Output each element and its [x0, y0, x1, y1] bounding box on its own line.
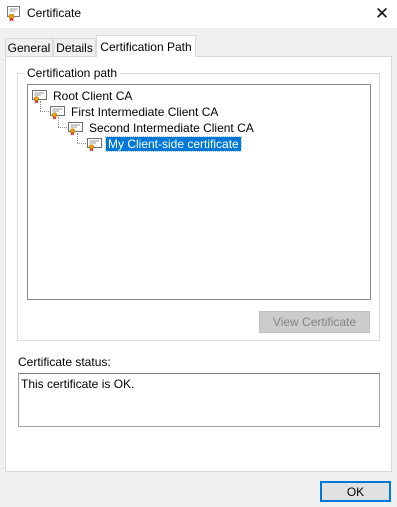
- tab-certification-path[interactable]: Certification Path: [96, 35, 196, 57]
- tree-connector: [40, 111, 49, 112]
- view-certificate-button[interactable]: View Certificate: [259, 311, 370, 333]
- tree-item-root-client-ca[interactable]: Root Client CA: [32, 88, 134, 104]
- tab-general[interactable]: General: [5, 38, 53, 56]
- close-icon: ✕: [374, 4, 390, 23]
- tree-item-first-intermediate-client-ca[interactable]: First Intermediate Client CA: [50, 104, 220, 120]
- ok-label: OK: [346, 484, 365, 499]
- certificate-icon: [87, 137, 102, 151]
- certificate-icon: [50, 105, 65, 119]
- certification-path-tree[interactable]: Root Client CA First Intermediate Client…: [27, 84, 371, 300]
- certification-path-group-label: Certification path: [24, 66, 121, 80]
- certificate-icon: [7, 6, 20, 22]
- tab-certification-path-label: Certification Path: [100, 39, 192, 54]
- tree-connector: [77, 143, 86, 144]
- tree-connector: [58, 127, 67, 128]
- certificate-status-box[interactable]: This certificate is OK.: [18, 373, 380, 427]
- title-bar: Certificate ✕: [0, 0, 397, 28]
- certificate-status-label: Certificate status:: [18, 355, 111, 369]
- tree-item-my-client-side-certificate[interactable]: My Client-side certificate: [87, 136, 242, 152]
- tab-general-label: General: [7, 40, 51, 55]
- ok-button[interactable]: OK: [320, 481, 391, 502]
- certificate-icon: [68, 121, 83, 135]
- certificate-icon: [32, 89, 47, 103]
- tree-item-label: Second Intermediate Client CA: [89, 121, 254, 135]
- tree-item-label: My Client-side certificate: [105, 136, 242, 152]
- certificate-status-text: This certificate is OK.: [21, 377, 135, 391]
- tab-details-label: Details: [56, 40, 93, 55]
- close-button[interactable]: ✕: [367, 0, 397, 28]
- window-title: Certificate: [27, 6, 82, 20]
- tree-item-second-intermediate-client-ca[interactable]: Second Intermediate Client CA: [68, 120, 256, 136]
- tab-details[interactable]: Details: [53, 38, 96, 56]
- tree-item-label: Root Client CA: [53, 89, 133, 103]
- view-certificate-label: View Certificate: [272, 315, 357, 329]
- tree-item-label: First Intermediate Client CA: [71, 105, 219, 119]
